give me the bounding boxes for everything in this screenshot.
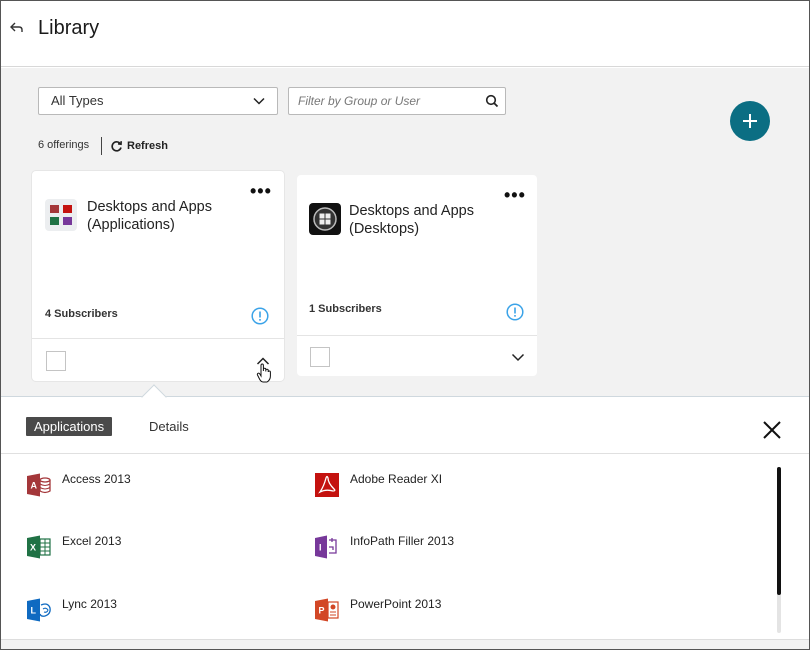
offering-card[interactable]: ••• Desktops and Apps (Applications) 4 S… [32, 171, 284, 381]
offerings-area: All Types 6 offerings Refresh [1, 68, 809, 396]
hand-cursor-icon [256, 363, 271, 383]
type-select[interactable]: All Types [38, 87, 278, 115]
info-icon[interactable] [251, 307, 269, 325]
app-name: InfoPath Filler 2013 [350, 534, 455, 548]
adobe-reader-icon [315, 473, 339, 497]
library-window: Library All Types 6 offerings [0, 0, 810, 650]
app-name: Access 2013 [62, 472, 131, 486]
infopath-icon: I [315, 535, 337, 559]
chevron-down-icon [253, 97, 265, 105]
card-title: Desktops and Apps (Desktops) [349, 203, 474, 237]
offering-card[interactable]: ••• Desktops and Apps (Desktops) 1 Subsc… [297, 175, 537, 376]
page-header: Library [1, 1, 809, 67]
more-options-button[interactable]: ••• [504, 186, 526, 204]
filter-field [288, 87, 506, 115]
add-offering-button[interactable] [730, 101, 770, 141]
app-name: Lync 2013 [62, 597, 117, 611]
more-options-button[interactable]: ••• [250, 182, 272, 200]
svg-text:P: P [319, 606, 325, 616]
svg-text:I: I [319, 543, 322, 553]
panel-footer [1, 639, 809, 649]
app-name: Adobe Reader XI [350, 472, 443, 486]
app-item[interactable]: P PowerPoint 2013 [314, 597, 441, 623]
refresh-icon [111, 140, 122, 152]
card-title: Desktops and Apps (Applications) [87, 199, 212, 233]
select-checkbox[interactable] [46, 351, 66, 371]
svg-text:A: A [31, 481, 38, 491]
panel-divider [1, 453, 809, 454]
scrollbar-thumb[interactable] [777, 467, 781, 595]
details-panel: Applications Details A Access 2013 Adobe… [1, 384, 809, 649]
app-item[interactable]: A Access 2013 [26, 472, 131, 498]
plus-icon [743, 114, 757, 128]
app-item[interactable]: Adobe Reader XI [314, 472, 442, 498]
app-item[interactable]: L Lync 2013 [26, 597, 117, 623]
search-icon[interactable] [485, 94, 499, 108]
svg-text:L: L [31, 606, 37, 616]
type-select-value: All Types [51, 93, 104, 108]
filter-input[interactable] [289, 88, 479, 114]
applications-icon [45, 199, 77, 231]
excel-icon: X [27, 535, 51, 559]
subscribers-count: 4 Subscribers [45, 308, 118, 320]
close-icon[interactable] [762, 420, 782, 440]
subscribers-count: 1 Subscribers [309, 303, 382, 315]
app-name: Excel 2013 [62, 534, 122, 548]
desktop-icon [309, 203, 341, 235]
chevron-down-icon[interactable] [511, 352, 525, 362]
info-icon[interactable] [506, 303, 524, 321]
app-item[interactable]: X Excel 2013 [26, 534, 121, 560]
tab-details[interactable]: Details [141, 417, 197, 436]
select-checkbox[interactable] [310, 347, 330, 367]
offerings-count: 6 offerings [38, 139, 90, 151]
divider [101, 137, 102, 155]
refresh-label: Refresh [127, 140, 168, 152]
powerpoint-icon: P [315, 598, 339, 622]
card-divider [297, 335, 537, 336]
svg-text:X: X [30, 543, 36, 553]
back-arrow-icon [10, 22, 23, 32]
refresh-button[interactable]: Refresh [110, 138, 168, 154]
back-button[interactable] [10, 20, 26, 40]
tab-applications[interactable]: Applications [26, 417, 113, 436]
card-divider [32, 338, 284, 339]
access-icon: A [27, 473, 51, 497]
lync-icon: L [27, 598, 51, 622]
app-name: PowerPoint 2013 [350, 597, 442, 611]
page-title: Library [38, 17, 100, 39]
app-item[interactable]: I InfoPath Filler 2013 [314, 534, 454, 560]
